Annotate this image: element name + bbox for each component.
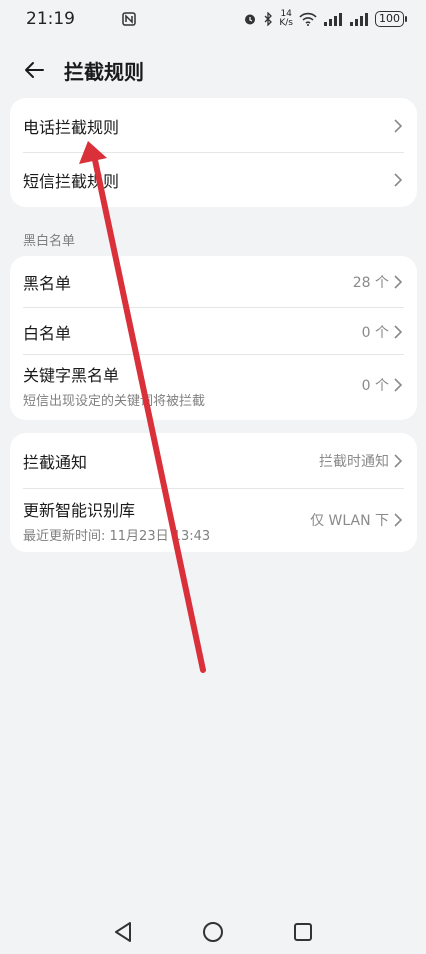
keyword-blacklist-item[interactable]: 关键字黑名单 短信出现设定的关键词将被拦截 0 个 xyxy=(10,355,417,415)
call-intercept-rules-item[interactable]: 电话拦截规则 xyxy=(10,98,417,153)
item-label: 短信拦截规则 xyxy=(23,172,120,191)
battery-indicator: 100 xyxy=(375,11,407,27)
signal-icon-2 xyxy=(349,12,369,26)
nav-recents-button[interactable] xyxy=(291,920,315,944)
nav-back-button[interactable] xyxy=(111,920,135,944)
app-header: 拦截规则 xyxy=(0,46,426,94)
item-value: 仅 WLAN 下 xyxy=(310,513,389,529)
item-sublabel: 最近更新时间: 11月23日 13:43 xyxy=(23,528,211,544)
notification-update-card: 拦截通知 拦截时通知 更新智能识别库 最近更新时间: 11月23日 13:43 … xyxy=(10,433,417,552)
update-recognition-library-item[interactable]: 更新智能识别库 最近更新时间: 11月23日 13:43 仅 WLAN 下 xyxy=(10,489,417,551)
square-recents-icon xyxy=(294,923,312,941)
item-label: 关键字黑名单 xyxy=(23,365,120,385)
section-title-blacklist-whitelist: 黑白名单 xyxy=(23,234,76,249)
back-button[interactable] xyxy=(20,56,48,84)
chevron-right-icon xyxy=(394,378,403,392)
item-value: 0 个 xyxy=(361,324,389,341)
system-nav-bar xyxy=(0,910,426,954)
blacklist-item[interactable]: 黑名单 28 个 xyxy=(10,256,417,307)
chevron-right-icon xyxy=(394,173,403,187)
status-time: 21:19 xyxy=(26,9,75,29)
chevron-right-icon xyxy=(394,513,403,527)
item-label: 电话拦截规则 xyxy=(23,117,120,137)
page-title: 拦截规则 xyxy=(64,59,144,84)
intercept-rules-card: 电话拦截规则 短信拦截规则 xyxy=(10,98,417,207)
whitelist-item[interactable]: 白名单 0 个 xyxy=(10,308,417,355)
item-label: 更新智能识别库 xyxy=(23,500,136,520)
chevron-right-icon xyxy=(394,274,403,289)
back-arrow-icon xyxy=(25,62,44,78)
alarm-icon xyxy=(243,12,257,26)
item-value: 拦截时通知 xyxy=(319,453,389,470)
chevron-right-icon xyxy=(394,453,403,468)
intercept-notification-item[interactable]: 拦截通知 拦截时通知 xyxy=(10,433,417,488)
item-value: 28 个 xyxy=(352,274,389,291)
nav-home-button[interactable] xyxy=(201,920,225,944)
item-value: 0 个 xyxy=(361,378,389,394)
item-label: 白名单 xyxy=(23,323,72,343)
bluetooth-icon xyxy=(263,12,273,26)
item-label: 拦截通知 xyxy=(23,452,88,472)
nfc-icon xyxy=(122,12,136,26)
triangle-back-icon xyxy=(115,922,131,942)
blacklist-whitelist-card: 黑名单 28 个 白名单 0 个 关键字黑名单 短信出现设定的关键词将被拦截 0… xyxy=(10,256,417,420)
status-bar: 21:19 14 K/s 100 xyxy=(0,0,426,38)
item-label: 黑名单 xyxy=(23,273,72,293)
chevron-right-icon xyxy=(394,324,403,339)
chevron-right-icon xyxy=(394,118,403,133)
sms-intercept-rules-item[interactable]: 短信拦截规则 xyxy=(10,153,417,207)
circle-home-icon xyxy=(203,922,223,942)
signal-icon-1 xyxy=(323,12,343,26)
status-icons: 14 K/s 100 xyxy=(243,9,407,28)
item-sublabel: 短信出现设定的关键词将被拦截 xyxy=(23,393,206,409)
network-speed: 14 K/s xyxy=(279,9,293,28)
wifi-icon xyxy=(299,12,317,26)
